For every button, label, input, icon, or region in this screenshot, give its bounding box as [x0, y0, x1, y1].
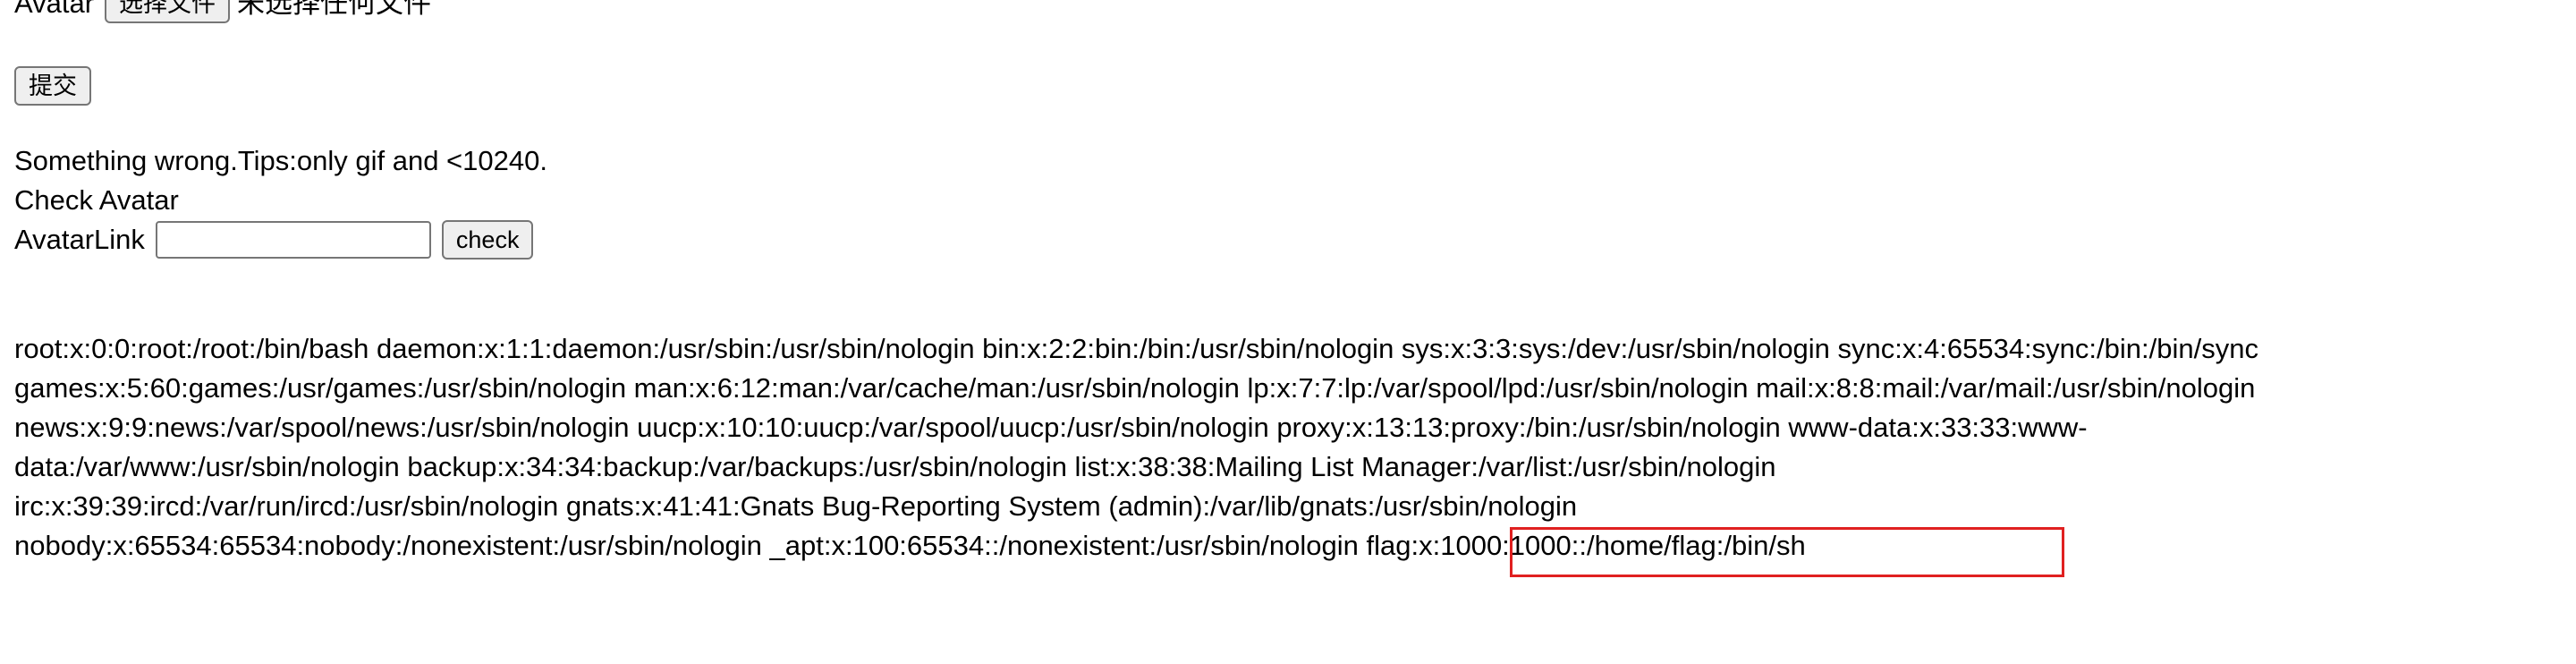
file-output: root:x:0:0:root:/root:/bin/bash daemon:x… — [14, 329, 2572, 566]
avatar-link-label: AvatarLink — [14, 224, 145, 255]
check-avatar-heading: Check Avatar — [14, 181, 179, 220]
error-message: Something wrong.Tips:only gif and <10240… — [14, 141, 547, 181]
choose-file-button[interactable]: 选择文件 — [105, 0, 231, 23]
output-line: data:/var/www:/usr/sbin/nologin backup:x… — [14, 451, 1776, 482]
submit-row: 提交 — [14, 66, 91, 106]
output-line-prefix: nobody:x:65534:65534:nobody:/nonexistent… — [14, 530, 1359, 561]
output-line: games:x:5:60:games:/usr/games:/usr/sbin/… — [14, 372, 2256, 404]
check-form: AvatarLink check — [14, 220, 534, 260]
check-avatar-title: Check Avatar — [14, 184, 179, 216]
upload-row: Avatar 选择文件 未选择任何文件 — [14, 0, 431, 23]
output-line: nobody:x:65534:65534:nobody:/nonexistent… — [14, 526, 2572, 566]
output-line: root:x:0:0:root:/root:/bin/bash daemon:x… — [14, 333, 2258, 364]
output-line: news:x:9:9:news:/var/spool/news:/usr/sbi… — [14, 412, 2088, 443]
avatar-label: Avatar — [14, 0, 95, 19]
error-text: Something wrong.Tips:only gif and <10240… — [14, 145, 547, 176]
no-file-chosen-text: 未选择任何文件 — [237, 0, 432, 19]
highlight-annotation-box — [1510, 527, 2064, 577]
avatar-link-input[interactable] — [155, 221, 431, 259]
output-line: irc:x:39:39:ircd:/var/run/ircd:/usr/sbin… — [14, 490, 1578, 522]
check-button[interactable]: check — [441, 220, 534, 260]
submit-button[interactable]: 提交 — [14, 66, 91, 106]
